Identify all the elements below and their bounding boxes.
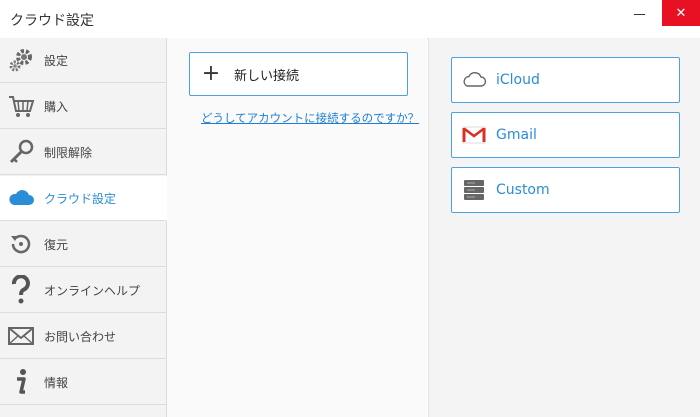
sidebar-item-info[interactable]: 情報: [0, 360, 166, 405]
provider-label: iCloud: [496, 72, 540, 88]
cloud-icon: [2, 182, 40, 214]
sidebar-item-label: 制限解除: [44, 145, 93, 160]
new-connection-label: 新しい接続: [234, 68, 300, 84]
key-icon: [2, 136, 40, 168]
sidebar-item-cloud-settings[interactable]: クラウド設定: [0, 176, 167, 221]
icloud-icon: [454, 71, 494, 89]
sidebar: 設定 購入 制限解除 クラウド設定 復元 オンラインヘルプ お問い合わせ 情報: [0, 38, 167, 417]
sidebar-item-label: 復元: [44, 237, 69, 252]
gmail-icon: [454, 126, 494, 144]
minimize-button[interactable]: [624, 0, 654, 26]
minimize-icon: [633, 13, 645, 15]
sidebar-item-label: 設定: [44, 53, 69, 68]
why-connect-link[interactable]: どうしてアカウントに接続するのですか？: [201, 110, 419, 126]
connections-panel: + 新しい接続 どうしてアカウントに接続するのですか？: [167, 38, 427, 417]
sidebar-item-label: 情報: [44, 375, 69, 390]
title-bar: クラウド設定 ✕: [0, 0, 700, 39]
sidebar-item-label: クラウド設定: [44, 191, 117, 206]
plus-icon: +: [201, 61, 221, 86]
sidebar-item-label: 購入: [44, 99, 69, 114]
sidebar-item-label: お問い合わせ: [44, 329, 117, 344]
icloud-button[interactable]: iCloud: [451, 57, 680, 103]
sidebar-item-restore[interactable]: 復元: [0, 222, 166, 267]
sidebar-item-unlock[interactable]: 制限解除: [0, 130, 166, 175]
sidebar-item-label: オンラインヘルプ: [44, 283, 141, 298]
sidebar-item-contact[interactable]: お問い合わせ: [0, 314, 166, 359]
question-icon: [2, 274, 40, 306]
window-title: クラウド設定: [10, 13, 94, 29]
provider-label: Custom: [496, 182, 550, 198]
new-connection-button[interactable]: + 新しい接続: [189, 52, 408, 96]
app-window: クラウド設定 ✕ 設定 購入 制限解除 クラウド設定 復元 オンラインヘルプ お…: [0, 0, 700, 417]
mail-icon: [2, 320, 40, 352]
sidebar-item-purchase[interactable]: 購入: [0, 84, 166, 129]
close-icon: ✕: [675, 5, 687, 21]
provider-label: Gmail: [496, 127, 537, 143]
info-icon: [2, 366, 40, 398]
providers-panel: iCloud Gmail Custom: [428, 38, 700, 417]
restore-icon: [2, 228, 40, 260]
custom-button[interactable]: Custom: [451, 167, 680, 213]
gears-icon: [2, 44, 40, 76]
sidebar-item-settings[interactable]: 設定: [0, 38, 166, 83]
server-icon: [454, 179, 494, 201]
close-button[interactable]: ✕: [662, 0, 700, 26]
gmail-button[interactable]: Gmail: [451, 112, 680, 158]
sidebar-item-online-help[interactable]: オンラインヘルプ: [0, 268, 166, 313]
cart-icon: [2, 90, 40, 122]
